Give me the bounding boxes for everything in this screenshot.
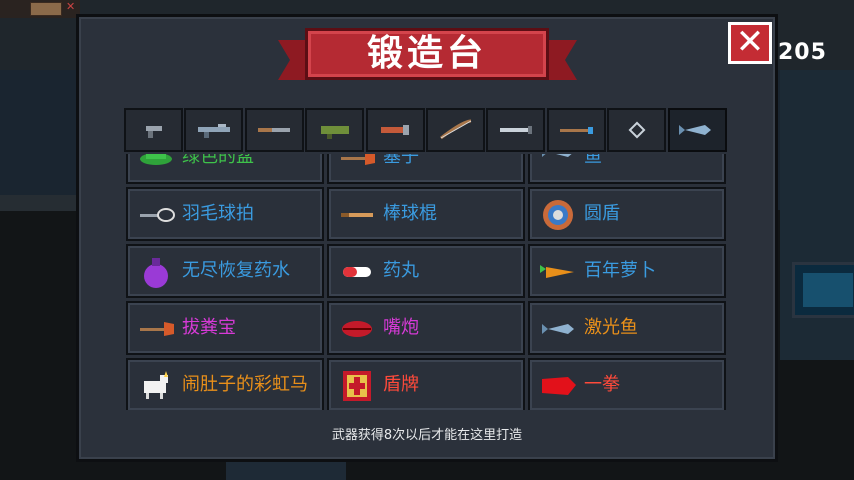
crosshair-icon (628, 121, 646, 139)
fish-icon (679, 125, 712, 135)
weapon-item[interactable]: 鱼 (528, 154, 726, 184)
weapon-name: 拔粪宝 (182, 317, 236, 338)
weapon-name: 激光鱼 (584, 317, 638, 338)
tab-rifle[interactable] (184, 108, 244, 152)
hud-x-icon: ✕ (66, 0, 76, 13)
weapon-item[interactable]: 激光鱼 (528, 301, 726, 355)
red-glove-icon (542, 377, 576, 395)
monitor-terminal (792, 262, 854, 318)
plunger-icon (140, 322, 174, 336)
unicorn-icon (144, 371, 168, 399)
staff-icon (560, 127, 594, 134)
background-door (226, 462, 346, 480)
weapon-name: 塞子 (383, 154, 419, 167)
weapon-name: 百年萝卜 (584, 260, 656, 281)
weapon-row: 羽毛球拍 棒球棍 圆盾 (124, 187, 730, 243)
weapon-row: 无尽恢复药水 药丸 百年萝卜 (124, 244, 730, 300)
hud-counter: 205 (778, 40, 827, 65)
weapon-item[interactable]: 嘴炮 (327, 301, 525, 355)
weapon-item[interactable]: 一拳 (528, 358, 726, 410)
weapon-name: 闹肚子的彩虹马 (182, 374, 308, 395)
weapon-name: 一拳 (584, 374, 620, 395)
baseball-bat-icon (341, 213, 373, 217)
weapon-item[interactable]: 拔粪宝 (126, 301, 324, 355)
weapon-item[interactable]: 羽毛球拍 (126, 187, 324, 241)
forge-hint-text: 武器获得8次以后才能在这里打造 (331, 428, 523, 443)
weapon-list[interactable]: 绿色的盆 塞子 鱼羽毛球拍 棒球棍 圆盾无尽恢复药水 药丸 百年萝卜拔粪宝 嘴炮 激光鱼闹肚子的… (124, 154, 730, 410)
weapon-item[interactable]: 绿色的盆 (126, 154, 324, 184)
fish-icon (542, 154, 572, 157)
weapon-item[interactable]: 圆盾 (528, 187, 726, 241)
potion-icon (144, 258, 168, 288)
tab-shotgun[interactable] (244, 108, 304, 152)
close-button[interactable]: ✕ (728, 22, 772, 64)
weapon-name: 盾牌 (383, 374, 419, 395)
weapon-item[interactable]: 盾牌 (327, 358, 525, 410)
carrot-icon (540, 265, 574, 278)
weapon-name: 嘴炮 (383, 317, 419, 338)
badminton-racket-icon (140, 208, 175, 222)
tab-bow[interactable] (425, 108, 485, 152)
tab-staff[interactable] (546, 108, 606, 152)
monitor-screen (803, 273, 853, 307)
weapon-name: 药丸 (383, 260, 419, 281)
weapon-row: 绿色的盆 塞子 鱼 (124, 154, 730, 186)
weapon-category-tabs (124, 108, 730, 154)
tab-pistol[interactable] (124, 108, 183, 152)
background-ledge (0, 195, 80, 211)
weapon-item[interactable]: 闹肚子的彩虹马 (126, 358, 324, 410)
tab-sword[interactable] (486, 108, 546, 152)
weapon-name: 羽毛球拍 (182, 203, 254, 224)
weapon-item[interactable]: 无尽恢复药水 (126, 244, 324, 298)
tab-launcher[interactable] (305, 108, 365, 152)
weapon-row: 闹肚子的彩虹马 盾牌 一拳 (124, 358, 730, 410)
blaster-icon (381, 125, 410, 135)
tab-blaster[interactable] (365, 108, 425, 152)
weapon-item[interactable]: 棒球棍 (327, 187, 525, 241)
weapon-name: 圆盾 (584, 203, 620, 224)
weapon-item[interactable]: 百年萝卜 (528, 244, 726, 298)
sword-icon (499, 126, 532, 134)
round-shield-icon (543, 200, 573, 230)
pistol-icon (145, 126, 162, 138)
weapon-name: 棒球棍 (383, 203, 437, 224)
tab-fish[interactable] (667, 108, 727, 152)
panel-title: 锻造台 (366, 33, 487, 74)
laser-fish-icon (542, 324, 574, 334)
weapon-name: 无尽恢复药水 (182, 260, 290, 281)
bow-icon (440, 119, 472, 140)
weapon-row: 拔粪宝 嘴炮 激光鱼 (124, 301, 730, 357)
weapon-name: 绿色的盆 (182, 154, 254, 167)
rifle-icon (197, 124, 230, 138)
pill-icon (343, 267, 371, 277)
shield-icon (343, 371, 371, 401)
shotgun-icon (258, 128, 291, 132)
tab-crosshair[interactable] (607, 108, 667, 152)
lips-icon (342, 321, 372, 337)
weapon-item[interactable]: 塞子 (327, 154, 525, 184)
weapon-name: 鱼 (584, 154, 602, 167)
hud-chip-icon (30, 2, 62, 16)
weapon-item[interactable]: 药丸 (327, 244, 525, 298)
hud-corner: ✕ (0, 0, 80, 18)
launcher-icon (320, 126, 349, 139)
plunger-icon (341, 154, 375, 165)
green-basin-icon (140, 154, 172, 165)
